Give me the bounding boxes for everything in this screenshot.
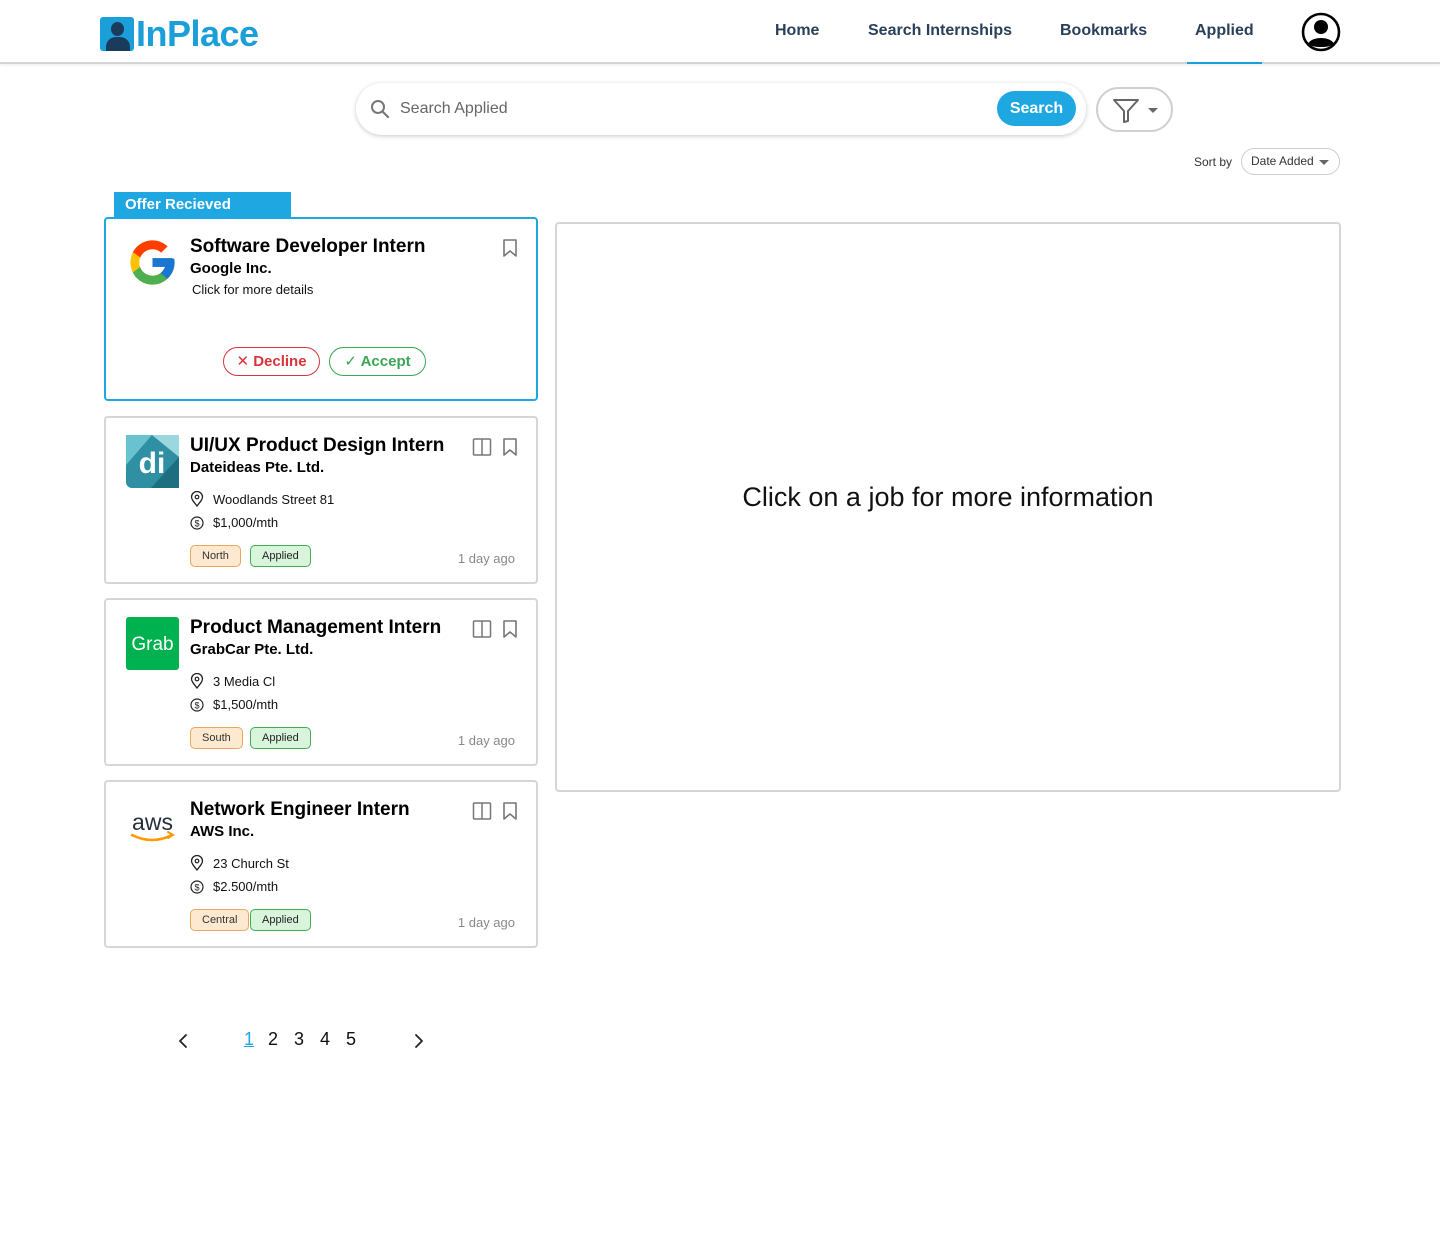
job-card[interactable]: di UI/UX Product Design Intern Dateideas… xyxy=(104,416,538,584)
accept-button[interactable]: ✓ Accept xyxy=(329,347,426,376)
details-hint: Click for more details xyxy=(192,282,314,297)
location-pin-icon xyxy=(190,673,204,689)
status-badge: Applied xyxy=(250,909,311,931)
chevron-right-icon[interactable] xyxy=(409,1032,427,1050)
dateideas-logo-text: di xyxy=(139,447,166,480)
inplace-logo[interactable]: InPlace xyxy=(100,14,259,54)
location-text: Woodlands Street 81 xyxy=(213,491,335,507)
google-logo-icon xyxy=(130,240,175,285)
job-card[interactable]: Grab Product Management Intern GrabCar P… xyxy=(104,598,538,766)
bookmark-icon[interactable] xyxy=(500,238,520,258)
salary-text: $1,500/mth xyxy=(213,697,279,712)
salary-row: $ $2.500/mth xyxy=(190,879,278,894)
chevron-left-icon[interactable] xyxy=(175,1032,193,1050)
sort-selected-value: Date Added xyxy=(1251,154,1314,168)
bookmark-icon[interactable] xyxy=(500,619,520,639)
page-5[interactable]: 5 xyxy=(346,1029,356,1050)
posted-time: 1 day ago xyxy=(457,551,515,566)
search-icon xyxy=(371,100,390,119)
detail-placeholder-message: Click on a job for more information xyxy=(742,482,1154,512)
salary-row: $ $1,000/mth xyxy=(190,515,278,530)
job-title: Product Management Intern xyxy=(190,617,442,638)
dollar-icon: $ xyxy=(190,697,204,712)
filter-funnel-icon xyxy=(1113,99,1139,123)
status-badge: Applied xyxy=(250,727,311,749)
location-text: 3 Media Cl xyxy=(213,673,276,689)
nav-home[interactable]: Home xyxy=(775,0,819,64)
dollar-icon: $ xyxy=(190,515,204,530)
top-navbar: InPlace Home Search Internships Bookmark… xyxy=(0,0,1440,64)
offer-received-tab: Offer Recieved xyxy=(114,192,291,219)
bookmark-icon[interactable] xyxy=(500,801,520,821)
company-name: AWS Inc. xyxy=(190,823,255,840)
offer-job-card[interactable]: Software Developer Intern Google Inc. Cl… xyxy=(104,217,538,401)
search-bar: Search xyxy=(356,83,1086,135)
location-pin-icon xyxy=(190,855,204,871)
job-card[interactable]: aws Network Engineer Intern AWS Inc. 23 … xyxy=(104,780,538,948)
user-avatar-icon[interactable] xyxy=(1301,12,1341,52)
search-button[interactable]: Search xyxy=(997,91,1076,126)
grab-logo-icon: Grab xyxy=(126,617,179,670)
compare-columns-icon[interactable] xyxy=(472,619,492,639)
company-name: Dateideas Pte. Ltd. xyxy=(190,459,325,476)
job-title: UI/UX Product Design Intern xyxy=(190,435,445,456)
close-icon: ✕ xyxy=(236,353,250,370)
nav-search-internships[interactable]: Search Internships xyxy=(868,0,1012,64)
search-input[interactable] xyxy=(400,94,980,124)
logo-text: InPlace xyxy=(136,13,259,54)
person-logo-icon xyxy=(100,17,134,51)
salary-text: $1,000/mth xyxy=(213,515,279,530)
location-row: Woodlands Street 81 xyxy=(190,491,334,507)
sort-label: Sort by xyxy=(1194,155,1233,169)
accept-label: Accept xyxy=(360,353,411,370)
svg-text:$: $ xyxy=(194,882,199,892)
page-2[interactable]: 2 xyxy=(268,1029,278,1050)
region-badge: Central xyxy=(190,909,250,931)
job-title: Software Developer Intern xyxy=(190,236,426,257)
dateideas-logo-icon: di xyxy=(126,435,179,488)
posted-time: 1 day ago xyxy=(457,915,515,930)
region-badge: South xyxy=(190,727,243,749)
posted-time: 1 day ago xyxy=(457,733,515,748)
dollar-icon: $ xyxy=(190,879,204,894)
decline-button[interactable]: ✕ Decline xyxy=(223,347,320,376)
chevron-down-icon xyxy=(1319,160,1329,165)
bookmark-icon[interactable] xyxy=(500,437,520,457)
check-icon: ✓ xyxy=(344,353,357,370)
region-badge: North xyxy=(190,545,241,567)
aws-logo-icon: aws xyxy=(130,809,175,842)
page-4[interactable]: 4 xyxy=(320,1029,330,1050)
filter-button[interactable] xyxy=(1096,87,1173,132)
location-row: 3 Media Cl xyxy=(190,673,275,689)
grab-logo-text: Grab xyxy=(131,634,173,655)
nav-bookmarks[interactable]: Bookmarks xyxy=(1060,0,1147,64)
salary-text: $2.500/mth xyxy=(213,879,279,894)
chevron-down-icon xyxy=(1148,108,1158,113)
location-text: 23 Church St xyxy=(213,855,289,871)
job-title: Network Engineer Intern xyxy=(190,799,410,820)
decline-label: Decline xyxy=(253,353,307,370)
status-badge: Applied xyxy=(250,545,311,567)
page-1[interactable]: 1 xyxy=(244,1029,254,1050)
svg-text:$: $ xyxy=(194,518,199,528)
sort-dropdown[interactable]: Date Added xyxy=(1241,148,1340,175)
compare-columns-icon[interactable] xyxy=(472,437,492,457)
company-name: Google Inc. xyxy=(190,260,272,277)
compare-columns-icon[interactable] xyxy=(472,801,492,821)
aws-logo-text: aws xyxy=(132,809,173,835)
svg-text:$: $ xyxy=(194,700,199,710)
location-row: 23 Church St xyxy=(190,855,289,871)
salary-row: $ $1,500/mth xyxy=(190,697,278,712)
job-detail-panel: Click on a job for more information xyxy=(555,222,1341,792)
nav-applied[interactable]: Applied xyxy=(1187,0,1262,64)
company-name: GrabCar Pte. Ltd. xyxy=(190,641,314,658)
page-3[interactable]: 3 xyxy=(294,1029,304,1050)
location-pin-icon xyxy=(190,491,204,507)
